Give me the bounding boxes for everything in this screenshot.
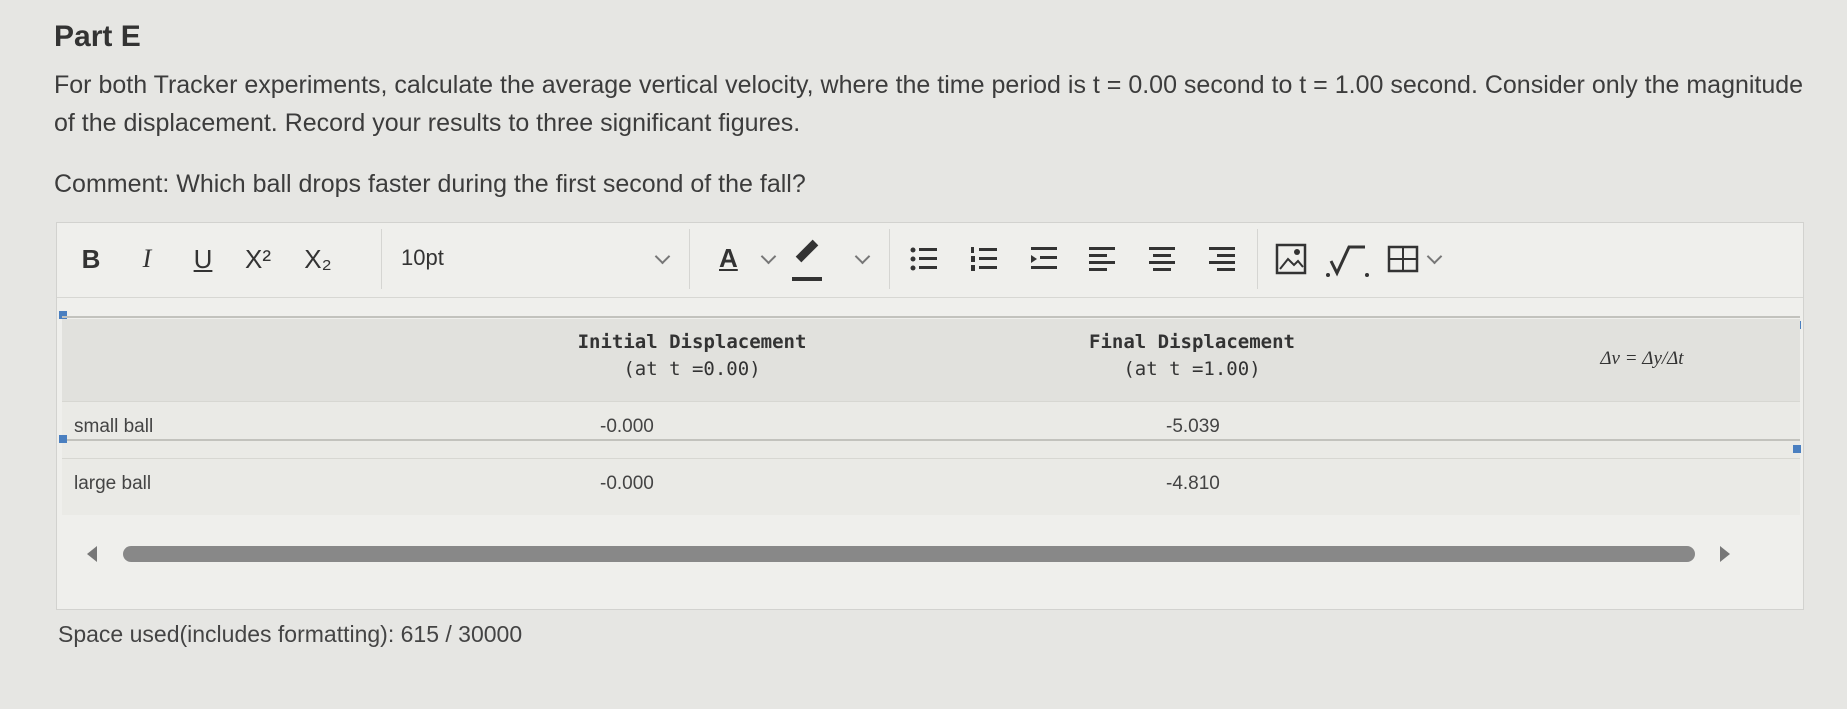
final-displacement-cell[interactable]: -5.039 — [1166, 416, 1220, 438]
text-color-icon[interactable]: A — [719, 243, 738, 274]
table-top-border — [62, 316, 1800, 318]
bold-icon: B — [81, 243, 101, 274]
rich-text-editor[interactable]: B I U X² X₂ 10pt A Initial Displacement … — [56, 222, 1804, 610]
toolbar-divider — [1257, 229, 1258, 289]
chevron-down-icon[interactable] — [1426, 248, 1443, 265]
row-label: large ball — [74, 473, 152, 494]
header-velocity: Δv = Δy/Δt — [1600, 348, 1684, 369]
math-icon[interactable] — [1325, 241, 1371, 279]
superscript-button[interactable]: X² — [233, 237, 283, 281]
initial-displacement-cell[interactable]: -0.000 — [600, 473, 654, 495]
underline-icon: U — [193, 243, 213, 274]
toolbar-divider — [889, 229, 890, 289]
part-title: Part E — [54, 20, 141, 53]
scroll-left-icon[interactable] — [87, 546, 97, 562]
underline-button[interactable]: U — [181, 237, 225, 281]
editor-toolbar: B I U X² X₂ 10pt A — [57, 223, 1803, 298]
superscript-icon: X² — [245, 243, 271, 274]
align-left-icon[interactable] — [1087, 245, 1117, 273]
header-initial-displacement: Initial Displacement (at t =0.00) — [482, 329, 902, 383]
header-final-subtitle: (at t =1.00) — [1123, 358, 1261, 380]
table-bottom-border — [62, 439, 1800, 441]
table-row[interactable]: large ball -0.000 -4.810 — [62, 458, 1800, 515]
font-size-select[interactable]: 10pt — [401, 245, 444, 271]
table-header-row: Initial Displacement (at t =0.00) Final … — [62, 319, 1800, 401]
header-final-title: Final Displacement — [1089, 331, 1295, 353]
space-used-counter: Space used(includes formatting): 615 / 3… — [58, 621, 523, 647]
numbered-list-icon[interactable] — [969, 245, 999, 273]
header-initial-subtitle: (at t =0.00) — [623, 358, 761, 380]
indent-icon[interactable] — [1029, 245, 1059, 273]
subscript-icon: X₂ — [304, 243, 332, 274]
chevron-down-icon[interactable] — [654, 248, 671, 265]
italic-button[interactable]: I — [125, 237, 169, 281]
toolbar-divider — [381, 229, 382, 289]
toolbar-divider — [689, 229, 690, 289]
highlight-icon[interactable] — [795, 239, 819, 263]
table-icon[interactable] — [1387, 245, 1419, 273]
header-final-displacement: Final Displacement (at t =1.00) — [1072, 329, 1312, 383]
subscript-button[interactable]: X₂ — [293, 237, 343, 281]
scroll-right-icon[interactable] — [1720, 546, 1730, 562]
highlight-color-bar — [792, 277, 822, 281]
align-center-icon[interactable] — [1147, 245, 1177, 273]
align-right-icon[interactable] — [1207, 245, 1237, 273]
header-initial-title: Initial Displacement — [577, 331, 807, 353]
bold-button[interactable]: B — [69, 237, 113, 281]
table-row[interactable]: small ball -0.000 -5.039 — [62, 401, 1800, 458]
chevron-down-icon[interactable] — [760, 248, 777, 265]
question-text: For both Tracker experiments, calculate … — [54, 71, 1804, 137]
image-icon[interactable] — [1275, 243, 1307, 275]
bullet-list-icon[interactable] — [909, 245, 939, 273]
horizontal-scrollbar[interactable] — [123, 546, 1695, 562]
comment-prompt: Comment: Which ball drops faster during … — [54, 170, 806, 198]
table-resize-handle[interactable] — [1793, 445, 1801, 453]
initial-displacement-cell[interactable]: -0.000 — [600, 416, 654, 438]
results-table[interactable]: Initial Displacement (at t =0.00) Final … — [62, 319, 1800, 515]
chevron-down-icon[interactable] — [854, 248, 871, 265]
row-label: small ball — [74, 416, 154, 437]
final-displacement-cell[interactable]: -4.810 — [1166, 473, 1220, 495]
table-resize-handle[interactable] — [59, 435, 67, 443]
italic-icon: I — [142, 244, 152, 273]
